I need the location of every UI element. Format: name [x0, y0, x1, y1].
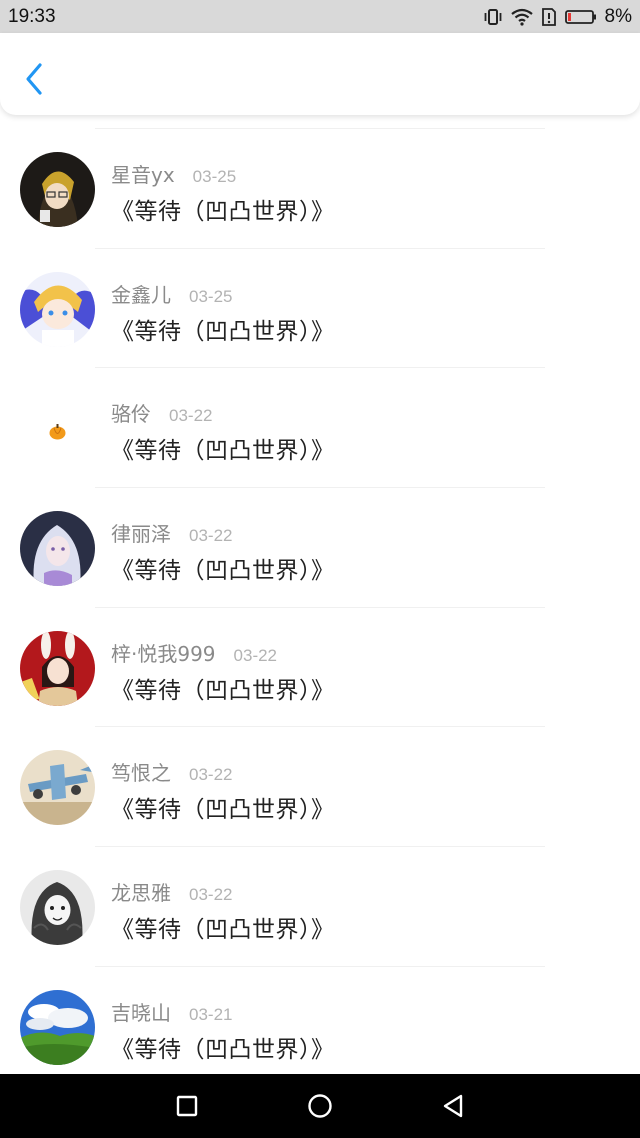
username: 龙思雅: [111, 881, 171, 906]
date: 03-21: [189, 1004, 233, 1024]
list-item[interactable]: 梓·悦我999 03-22 《等待（凹凸世界）》: [0, 608, 640, 728]
date: 03-25: [189, 286, 233, 306]
square-icon: [176, 1095, 197, 1117]
username: 骆伶: [111, 402, 151, 427]
work-title[interactable]: 《等待（凹凸世界）》: [111, 671, 335, 705]
date: 03-22: [233, 645, 278, 665]
header: [0, 33, 640, 115]
avatar[interactable]: [20, 391, 95, 467]
battery-percent: 8%: [604, 5, 632, 27]
list-item[interactable]: 律丽泽 03-22 《等待（凹凸世界）》: [0, 488, 640, 608]
avatar[interactable]: [20, 152, 95, 227]
avatar[interactable]: [20, 271, 95, 347]
wifi-icon: [510, 8, 533, 26]
work-title[interactable]: 《等待（凹凸世界）》: [111, 431, 335, 465]
triangle-back-icon: [444, 1094, 463, 1118]
work-title[interactable]: 《等待（凹凸世界）》: [111, 192, 335, 226]
username: 律丽泽: [111, 522, 171, 547]
username: 星音yx: [111, 163, 175, 187]
work-title[interactable]: 《等待（凹凸世界）》: [111, 910, 335, 944]
avatar[interactable]: [20, 511, 95, 587]
work-title[interactable]: 《等待（凹凸世界）》: [111, 790, 335, 824]
system-nav-bar: [0, 1074, 640, 1138]
avatar[interactable]: [20, 989, 95, 1065]
back-nav-button[interactable]: [433, 1086, 473, 1126]
avatar[interactable]: [20, 870, 95, 946]
work-title[interactable]: 《等待（凹凸世界）》: [111, 312, 335, 346]
back-button[interactable]: [18, 59, 50, 99]
date: 03-25: [192, 167, 237, 186]
comment-list: 星音yx 03-25 《等待（凹凸世界）》 金鑫儿 03-25 《等待（凹凸世界…: [0, 128, 640, 1087]
status-bar: 19:33 8%: [0, 0, 640, 33]
avatar[interactable]: [20, 630, 95, 706]
work-title[interactable]: 《等待（凹凸世界）》: [111, 1030, 335, 1064]
date: 03-22: [189, 885, 233, 905]
list-item[interactable]: 骆伶 03-22 《等待（凹凸世界）》: [0, 368, 640, 489]
status-icons: 8%: [483, 6, 632, 28]
list-item[interactable]: 吉晓山 03-21 《等待（凹凸世界）》: [0, 967, 640, 1087]
list-item[interactable]: 笃恨之 03-22 《等待（凹凸世界）》: [0, 727, 640, 848]
battery-icon: [564, 9, 597, 25]
work-title[interactable]: 《等待（凹凸世界）》: [111, 551, 335, 585]
date: 03-22: [189, 765, 233, 785]
chevron-left-icon: [26, 63, 42, 95]
date: 03-22: [169, 406, 213, 426]
username: 梓·悦我999: [111, 641, 216, 666]
home-button[interactable]: [300, 1086, 340, 1126]
circle-icon: [308, 1094, 332, 1118]
list-item[interactable]: 金鑫儿 03-25 《等待（凹凸世界）》: [0, 249, 640, 369]
avatar[interactable]: [20, 750, 95, 826]
date: 03-22: [189, 526, 233, 546]
vibrate-icon: [483, 8, 503, 26]
sim-alert-icon: [541, 7, 557, 26]
list-item[interactable]: 星音yx 03-25 《等待（凹凸世界）》: [0, 129, 640, 249]
status-time: 19:33: [8, 5, 56, 27]
username: 吉晓山: [111, 1000, 171, 1025]
username: 笃恨之: [111, 761, 171, 786]
username: 金鑫儿: [111, 282, 171, 307]
recents-button[interactable]: [167, 1086, 207, 1126]
list-item[interactable]: 龙思雅 03-22 《等待（凹凸世界）》: [0, 847, 640, 967]
